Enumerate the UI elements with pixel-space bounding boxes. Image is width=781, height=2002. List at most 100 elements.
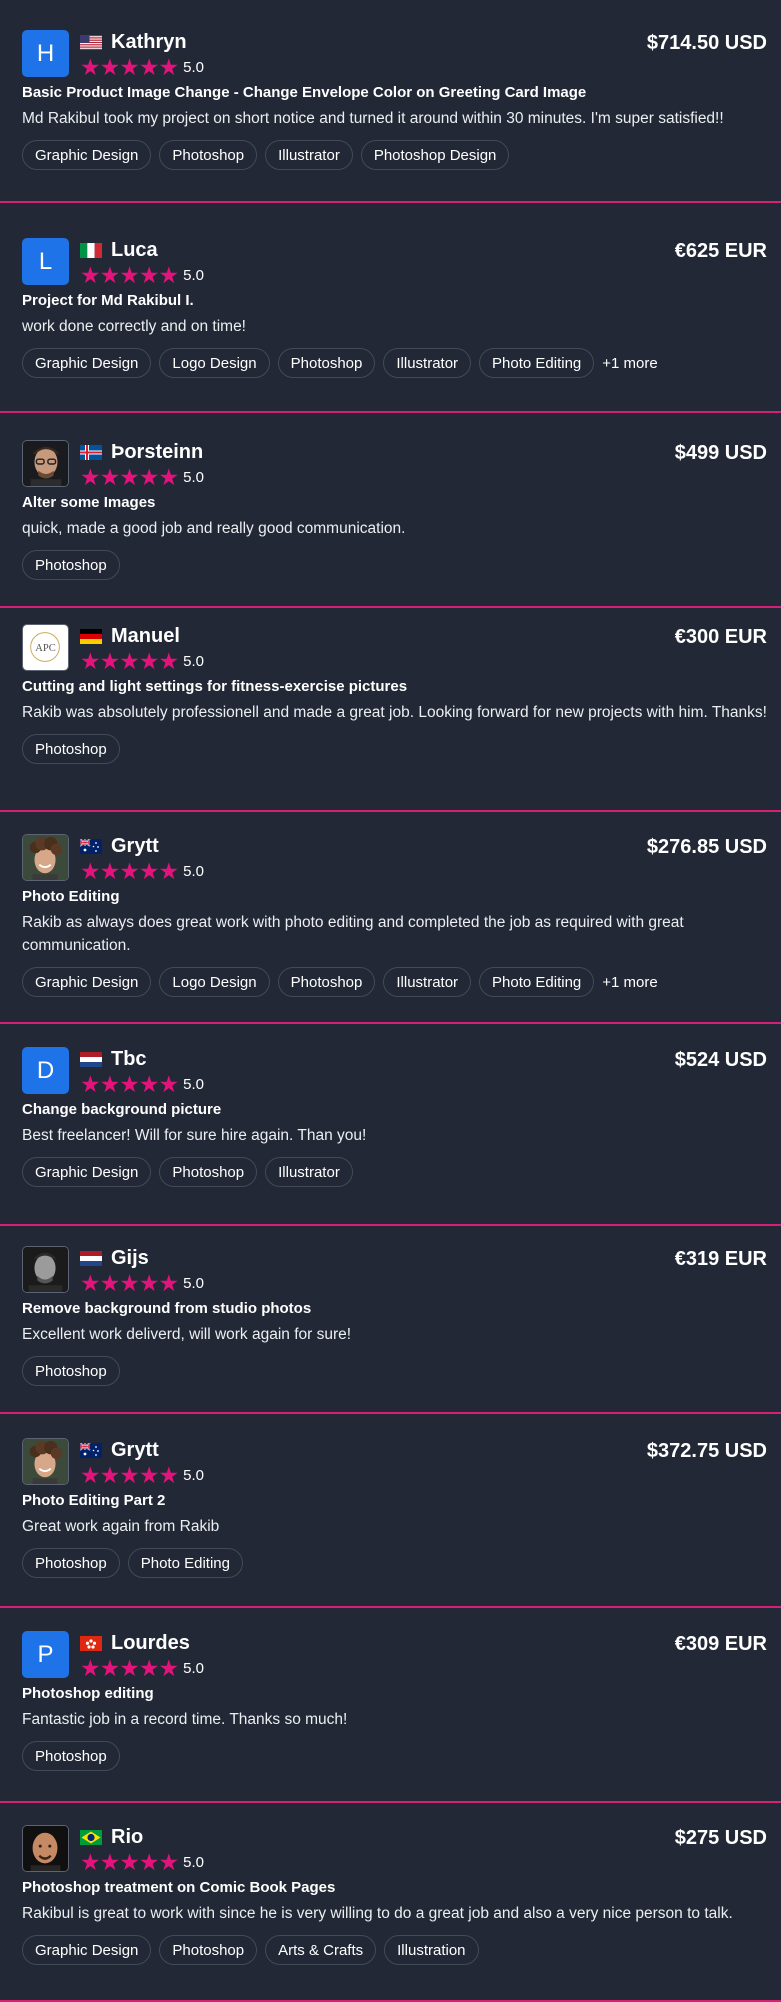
reviewer-name[interactable]: Kathryn xyxy=(111,31,187,54)
review-text: Excellent work deliverd, will work again… xyxy=(22,1326,352,1343)
us-flag-icon xyxy=(80,34,111,50)
reviews-list: H Kathryn ★★★★★ 5.0 $714.50 USD Basic Pr… xyxy=(0,0,781,2002)
reviewer-name[interactable]: Grytt xyxy=(111,835,159,858)
reviewer-name[interactable]: Luca xyxy=(111,239,158,262)
skill-tags: Graphic Design Logo Design Photoshop Illust… xyxy=(22,348,767,378)
project-price: €309 EUR xyxy=(674,1633,767,1655)
project-price: €300 EUR xyxy=(674,626,767,648)
review-card: Þorsteinn ★★★★★ 5.0 $499 USD Alter some … xyxy=(0,413,781,608)
apc-logo-avatar[interactable]: APC xyxy=(22,624,69,671)
skill-tag[interactable]: Illustrator xyxy=(383,348,472,378)
review-text: Rakib was absolutely professionell and m… xyxy=(22,704,767,721)
bald-man-avatar[interactable] xyxy=(22,1825,69,1872)
skill-tag[interactable]: Photoshop xyxy=(22,550,120,580)
man-glasses-avatar[interactable] xyxy=(22,440,69,487)
skill-tag[interactable]: Graphic Design xyxy=(22,348,152,378)
skill-tag[interactable]: Photoshop xyxy=(277,967,376,997)
project-price: €625 EUR xyxy=(674,240,767,262)
reviewer-name[interactable]: Rio xyxy=(111,1826,143,1849)
review-card: Grytt ★★★★★ 5.0 $372.75 USD Photo Editin… xyxy=(0,1414,781,1608)
skill-tags: Photoshop xyxy=(22,1741,767,1771)
more-tags-link[interactable]: +1 more xyxy=(602,355,657,372)
au-flag-icon xyxy=(80,1442,111,1458)
skill-tag[interactable]: Logo Design xyxy=(159,348,270,378)
skill-tags: Photoshop xyxy=(22,734,767,764)
project-price: $275 USD xyxy=(674,1827,767,1849)
is-flag-icon xyxy=(80,444,111,460)
star-rating-icon: ★★★★★ xyxy=(80,53,179,80)
review-card: P Lourdes ★★★★★ 5.0 €309 EUR Photoshop e… xyxy=(0,1608,781,1803)
review-text: Best freelancer! Will for sure hire agai… xyxy=(22,1127,367,1144)
skill-tag[interactable]: Photo Editing xyxy=(479,967,595,997)
skill-tag[interactable]: Photoshop xyxy=(159,1157,258,1187)
project-price: €319 EUR xyxy=(674,1248,767,1270)
svg-text:APC: APC xyxy=(35,643,55,654)
skill-tag[interactable]: Photoshop xyxy=(277,348,376,378)
skill-tags: Graphic Design Photoshop Illustrator xyxy=(22,1157,767,1187)
reviewer-name[interactable]: Þorsteinn xyxy=(111,441,203,464)
rating-value: 5.0 xyxy=(183,1659,204,1677)
project-price: $276.85 USD xyxy=(646,836,767,858)
reviewer-name[interactable]: Grytt xyxy=(111,1439,159,1462)
skill-tag[interactable]: Photoshop xyxy=(22,734,120,764)
review-card: L Luca ★★★★★ 5.0 €625 EUR Project for Md… xyxy=(0,203,781,413)
skill-tag[interactable]: Graphic Design xyxy=(22,967,152,997)
star-rating-icon: ★★★★★ xyxy=(80,261,179,288)
skill-tag[interactable]: Illustrator xyxy=(265,140,353,170)
project-title: Photo Editing xyxy=(22,888,120,905)
skill-tags: Photoshop Photo Editing xyxy=(22,1548,767,1578)
review-text: work done correctly and on time! xyxy=(22,318,246,335)
avatar-letter: D xyxy=(36,1056,55,1084)
star-rating-icon: ★★★★★ xyxy=(80,857,179,884)
review-text: Great work again from Rakib xyxy=(22,1518,220,1535)
curly-hair-man-avatar[interactable] xyxy=(22,1438,69,1485)
curly-hair-man-avatar[interactable] xyxy=(22,834,69,881)
bw-portrait-avatar[interactable] xyxy=(22,1246,69,1293)
skill-tag[interactable]: Photo Editing xyxy=(479,348,595,378)
rating-value: 5.0 xyxy=(183,468,204,486)
avatar-letter: P xyxy=(37,1640,54,1668)
skill-tag[interactable]: Logo Design xyxy=(159,967,270,997)
skill-tags: Photoshop xyxy=(22,550,767,580)
avatar[interactable]: L xyxy=(22,238,69,285)
br-flag-icon xyxy=(80,1829,111,1845)
review-text: Rakib as always does great work with pho… xyxy=(22,914,684,954)
project-price: $499 USD xyxy=(674,442,767,464)
review-card: Rio ★★★★★ 5.0 $275 USD Photoshop treatme… xyxy=(0,1803,781,2002)
skill-tag[interactable]: Illustrator xyxy=(265,1157,353,1187)
skill-tag[interactable]: Photo Editing xyxy=(127,1548,243,1578)
review-card: D Tbc ★★★★★ 5.0 $524 USD Change backgrou… xyxy=(0,1024,781,1226)
reviewer-name[interactable]: Tbc xyxy=(111,1048,147,1071)
rating-value: 5.0 xyxy=(183,652,204,670)
skill-tags: Photoshop xyxy=(22,1356,767,1386)
avatar[interactable]: P xyxy=(22,1631,69,1678)
reviewer-name[interactable]: Gijs xyxy=(111,1247,149,1270)
avatar[interactable]: D xyxy=(22,1047,69,1094)
skill-tag[interactable]: Illustrator xyxy=(383,967,472,997)
skill-tag[interactable]: Photoshop Design xyxy=(360,140,510,170)
star-rating-icon: ★★★★★ xyxy=(80,1848,179,1875)
project-title: Basic Product Image Change - Change Enve… xyxy=(22,84,587,101)
skill-tag[interactable]: Arts & Crafts xyxy=(265,1935,377,1965)
more-tags-link[interactable]: +1 more xyxy=(602,974,657,991)
avatar[interactable]: H xyxy=(22,30,69,77)
skill-tag[interactable]: Photoshop xyxy=(22,1548,120,1578)
skill-tag[interactable]: Photoshop xyxy=(22,1356,120,1386)
skill-tag[interactable]: Photoshop xyxy=(159,1935,258,1965)
rating-value: 5.0 xyxy=(183,1853,204,1871)
skill-tag[interactable]: Photoshop xyxy=(22,1741,120,1771)
skill-tag[interactable]: Illustration xyxy=(384,1935,479,1965)
skill-tag[interactable]: Graphic Design xyxy=(22,1157,152,1187)
skill-tag[interactable]: Graphic Design xyxy=(22,1935,152,1965)
project-title: Remove background from studio photos xyxy=(22,1300,312,1317)
review-card: H Kathryn ★★★★★ 5.0 $714.50 USD Basic Pr… xyxy=(0,0,781,203)
reviewer-name[interactable]: Manuel xyxy=(111,625,180,648)
nl-flag-icon xyxy=(80,1250,111,1266)
reviewer-name[interactable]: Lourdes xyxy=(111,1632,190,1655)
project-title: Photoshop treatment on Comic Book Pages xyxy=(22,1879,336,1896)
it-flag-icon xyxy=(80,242,111,258)
rating-value: 5.0 xyxy=(183,1466,204,1484)
nl-flag-icon xyxy=(80,1051,111,1067)
skill-tag[interactable]: Photoshop xyxy=(159,140,258,170)
skill-tag[interactable]: Graphic Design xyxy=(22,140,152,170)
